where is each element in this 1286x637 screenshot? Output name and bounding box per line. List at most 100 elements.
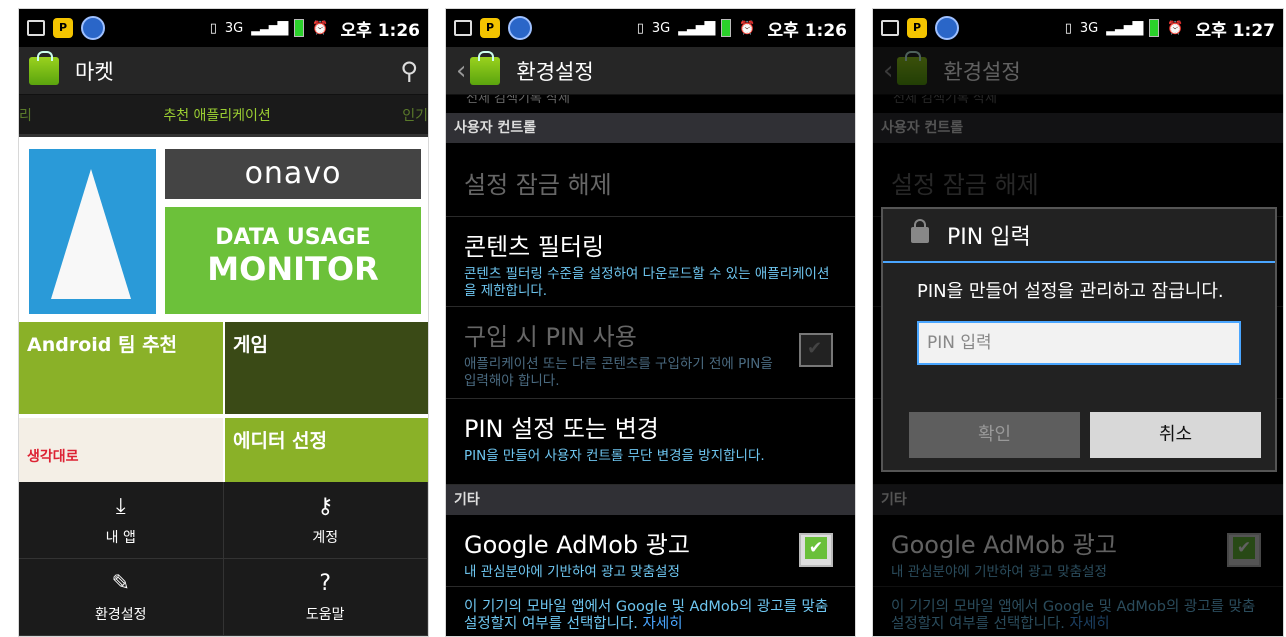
device-ads-item[interactable]: 이 기기의 모바일 앱에서 Google 및 AdMob의 광고를 맞춤설정할지… (446, 587, 855, 636)
news-icon (935, 16, 959, 40)
unlock-settings-item[interactable]: 설정 잠금 해제 (446, 143, 855, 217)
item-title: 설정 잠금 해제 (464, 171, 612, 199)
network-icon: 3G (651, 20, 671, 36)
menu-label: 계정 (312, 529, 339, 546)
onavo-banner[interactable]: DATA USAGE MONITOR (165, 207, 421, 314)
status-bar: P ▯ 3G ▂▃▅▇ ⏰ 오후 1:26 (19, 9, 428, 47)
clock: 오후 1:26 (340, 20, 420, 41)
item-summary: 내 관심분야에 기반하여 광고 맞춤설정 (464, 564, 680, 580)
notification-icon (881, 20, 899, 36)
tile-label: Android 팀 추천 (27, 334, 178, 356)
screen-title: 환경설정 (516, 59, 594, 84)
battery-icon (721, 19, 732, 37)
news-icon (508, 16, 532, 40)
download-icon: ⤓ (115, 493, 126, 519)
options-menu: ⤓ 내 앱 ⚷ 계정 ✎ 환경설정 ? 도움말 (19, 482, 428, 636)
signal-icon: ▂▃▅▇ (1106, 20, 1143, 36)
clock: 오후 1:27 (1195, 20, 1275, 41)
lock-icon (911, 219, 929, 243)
chat-icon: P (480, 18, 500, 38)
tile-promo[interactable]: 생각대로 (19, 418, 223, 482)
section-user-controls: 사용자 컨트롤 (446, 113, 855, 143)
item-summary: 애플리케이션 또는 다른 콘텐츠를 구입하기 전에 PIN을 입력해야 합니다. (464, 356, 773, 389)
pin-dialog: PIN 입력 PIN을 만들어 설정을 관리하고 잠급니다. PIN 입력 확인… (881, 207, 1277, 472)
alarm-icon: ⏰ (739, 20, 756, 36)
settings-list: 전체 검색기록 삭제 사용자 컨트롤 설정 잠금 해제 콘텐츠 필터링 콘텐츠 … (446, 95, 855, 636)
section-other: 기타 (446, 485, 855, 515)
item-title: PIN 설정 또는 변경 (464, 415, 659, 443)
tile-label: 게임 (233, 334, 268, 356)
menu-label: 내 앱 (105, 529, 136, 546)
banner-line-1: DATA USAGE (215, 225, 371, 250)
clear-history-item[interactable]: 전체 검색기록 삭제 (446, 95, 855, 113)
banner-line-2: MONITOR (207, 250, 379, 288)
menu-label: 도움말 (305, 606, 345, 623)
tab-prev[interactable]: 리 (19, 105, 32, 125)
app-title: 마켓 (75, 59, 114, 84)
cancel-button[interactable]: 취소 (1090, 412, 1261, 458)
category-tabs: 리 추천 애플리케이션 인기 (19, 95, 428, 137)
tab-next[interactable]: 인기 (402, 105, 428, 125)
network-icon: 3G (224, 20, 244, 36)
menu-my-apps[interactable]: ⤓ 내 앱 (19, 482, 224, 559)
news-icon (81, 16, 105, 40)
more-link[interactable]: 자세히 (643, 616, 683, 632)
back-chevron-icon[interactable]: ‹ (456, 56, 466, 86)
item-title: 구입 시 PIN 사용 (464, 323, 637, 351)
dialog-message: PIN을 만들어 설정을 관리하고 잠급니다. (917, 281, 1224, 302)
clock: 오후 1:26 (767, 20, 847, 41)
tab-featured[interactable]: 추천 애플리케이션 (163, 105, 271, 125)
admob-item[interactable]: Google AdMob 광고 내 관심분야에 기반하여 광고 맞춤설정 (446, 515, 855, 587)
menu-account[interactable]: ⚷ 계정 (223, 482, 428, 559)
item-summary: 콘텐츠 필터링 수준을 설정하여 다운로드할 수 있는 애플리케이션을 제한합니… (464, 266, 830, 299)
notification-icon (27, 20, 45, 36)
pin-change-item[interactable]: PIN 설정 또는 변경 PIN을 만들어 사용자 컨트롤 무단 변경을 방지합… (446, 399, 855, 485)
wrench-icon: ✎ (111, 570, 130, 596)
pin-purchase-checkbox[interactable] (799, 333, 833, 367)
admob-checkbox[interactable] (799, 533, 833, 567)
network-icon: 3G (1079, 20, 1099, 36)
onavo-banner-image[interactable] (29, 149, 156, 314)
content-filter-item[interactable]: 콘텐츠 필터링 콘텐츠 필터링 수준을 설정하여 다운로드할 수 있는 애플리케… (446, 217, 855, 307)
key-icon: ⚷ (317, 493, 334, 519)
menu-settings[interactable]: ✎ 환경설정 (19, 559, 224, 636)
chat-icon: P (53, 18, 73, 38)
notification-icon (454, 20, 472, 36)
onavo-logo[interactable]: onavo (165, 149, 421, 199)
signal-icon: ▂▃▅▇ (678, 20, 715, 36)
signal-icon: ▂▃▅▇ (251, 20, 288, 36)
tile-editors-choice[interactable]: 에디터 선정 (225, 418, 428, 482)
battery-icon (294, 19, 305, 37)
dialog-header: PIN 입력 (883, 209, 1275, 263)
paper-plane-icon (51, 169, 131, 299)
menu-label: 환경설정 (94, 606, 147, 623)
pin-dialog-screen: P ▯ 3G ▂▃▅▇ ⏰ 오후 1:27 ‹ 환경설정 전체 검색기록 삭제 … (872, 8, 1284, 637)
chat-icon: P (907, 18, 927, 38)
tile-android-picks[interactable]: Android 팀 추천 (19, 322, 223, 414)
status-bar: P ▯ 3G ▂▃▅▇ ⏰ 오후 1:26 (446, 9, 855, 47)
item-title: Google AdMob 광고 (464, 531, 690, 559)
item-title: 콘텐츠 필터링 (464, 233, 605, 261)
item-summary: PIN을 만들어 사용자 컨트롤 무단 변경을 방지합니다. (464, 448, 765, 464)
market-screen: P ▯ 3G ▂▃▅▇ ⏰ 오후 1:26 마켓 ⚲ 리 추천 애플리케이션 인… (18, 8, 429, 637)
market-bag-icon[interactable] (29, 50, 59, 85)
battery-icon (1149, 19, 1160, 37)
dialog-buttons: 확인 취소 (909, 412, 1261, 458)
pin-input[interactable]: PIN 입력 (917, 321, 1241, 365)
tile-games[interactable]: 게임 (225, 322, 428, 414)
alarm-icon: ⏰ (312, 20, 329, 36)
tile-label: 생각대로 (27, 449, 79, 465)
action-bar: ‹ 환경설정 (446, 47, 855, 95)
status-bar: P ▯ 3G ▂▃▅▇ ⏰ 오후 1:27 (873, 9, 1283, 47)
settings-screen: P ▯ 3G ▂▃▅▇ ⏰ 오후 1:26 ‹ 환경설정 전체 검색기록 삭제 … (445, 8, 856, 637)
help-icon: ? (319, 570, 332, 596)
ok-button[interactable]: 확인 (909, 412, 1080, 458)
item-summary: 이 기기의 모바일 앱에서 Google 및 AdMob의 광고를 맞춤설정할지… (464, 599, 837, 633)
market-bag-icon[interactable] (470, 50, 501, 85)
vibrate-icon: ▯ (1064, 20, 1072, 36)
search-icon[interactable]: ⚲ (400, 57, 418, 85)
pin-purchase-item[interactable]: 구입 시 PIN 사용 애플리케이션 또는 다른 콘텐츠를 구입하기 전에 PI… (446, 307, 855, 399)
featured-grid: onavo DATA USAGE MONITOR Android 팀 추천 게임… (19, 137, 428, 482)
vibrate-icon: ▯ (636, 20, 644, 36)
menu-help[interactable]: ? 도움말 (223, 559, 428, 636)
